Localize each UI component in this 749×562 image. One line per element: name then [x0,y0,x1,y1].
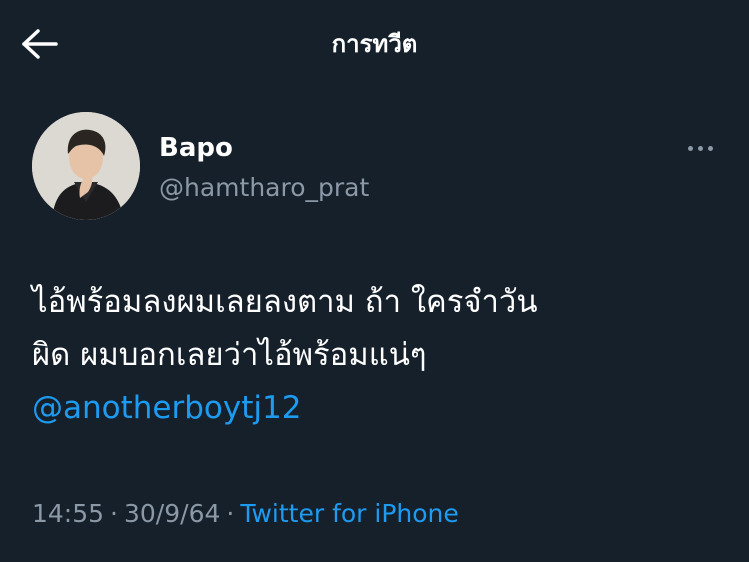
more-horizontal-icon-dot [697,145,703,151]
tweet-source-link[interactable]: Twitter for iPhone [240,499,458,528]
tweet-meta: 14:55 · 30/9/64 · Twitter for iPhone [32,494,459,534]
more-options-button[interactable] [680,134,720,162]
avatar[interactable] [32,112,140,220]
meta-separator: · [226,499,235,528]
more-horizontal-icon [687,145,693,151]
tweet-date[interactable]: 30/9/64 [124,499,220,528]
top-bar: การทวีต [0,0,749,88]
tweet-text-line: ไอ้พร้อมลงผมเลยลงตาม ถ้า ใครจำวัน [32,284,538,320]
tweet-text-line: ผิด ผมบอกเลยว่าไอ้พร้อมแน่ๆ [32,337,427,373]
page-title: การทวีต [331,30,418,58]
author-display-name[interactable]: Bapo [159,128,233,168]
author-handle[interactable]: @hamtharo_prat [159,168,369,208]
profile-photo [32,112,140,220]
tweet-time[interactable]: 14:55 [32,499,104,528]
more-horizontal-icon-dot [707,145,713,151]
tweet-text: ไอ้พร้อมลงผมเลยลงตาม ถ้า ใครจำวัน ผิด ผม… [32,276,732,435]
meta-separator: · [110,499,118,528]
mention-link[interactable]: @anotherboytj12 [32,382,732,435]
